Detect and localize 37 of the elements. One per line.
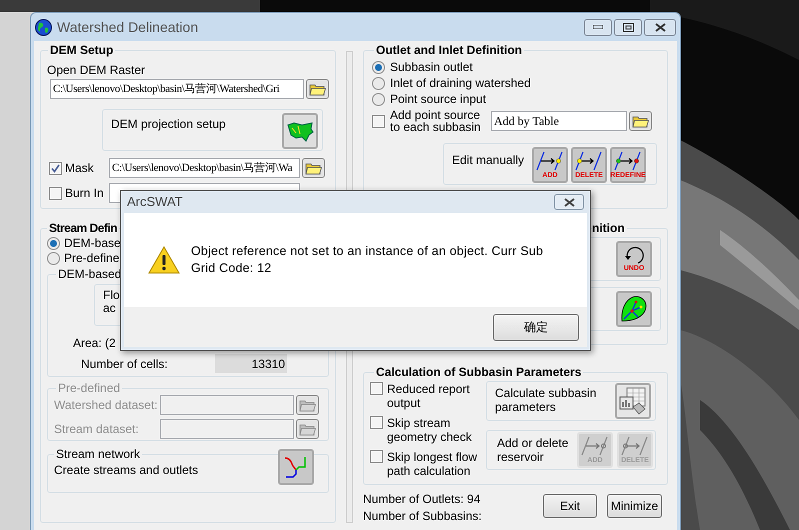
group-title: DEM-based xyxy=(57,267,122,281)
checkbox-label: Burn In xyxy=(65,185,105,202)
checkbox-label: Skip stream geometry check xyxy=(387,416,472,444)
panel-text: Flo xyxy=(103,289,120,302)
panel-label: DEM projection setup xyxy=(111,117,226,131)
cells-label: Number of cells: xyxy=(81,356,169,370)
panel-label: Add or delete reservoir xyxy=(497,436,570,464)
group-title: Stream Defin xyxy=(48,221,118,235)
field-label: Stream dataset: xyxy=(54,422,140,436)
checkbox-label: Reduced report output xyxy=(387,382,470,410)
checkbox-label: Mask xyxy=(65,160,95,177)
radio-label: Point source input xyxy=(390,92,486,106)
panel-label: Edit manually xyxy=(452,153,526,167)
group-title: Stream network xyxy=(55,447,142,461)
panel-label: Create streams and outlets xyxy=(54,463,198,477)
subbasins-count: Number of Subbasins: xyxy=(363,508,482,525)
checkbox-label: Add point source to each subbasin xyxy=(390,109,482,133)
field-label: Watershed dataset: xyxy=(54,398,159,412)
group-title: nition xyxy=(592,221,626,235)
panel-label: Calculate subbasin parameters xyxy=(495,386,596,414)
error-message: Object reference not set to an instance of an object. Curr Sub Grid Code: 12 xyxy=(191,243,544,277)
window-title: Watershed Delineation xyxy=(57,18,198,36)
area-label: Area: (2 xyxy=(73,336,116,350)
panel-text: ac xyxy=(103,302,116,315)
group-title: DEM Setup xyxy=(49,43,114,57)
radio-label: Pre-define xyxy=(64,251,120,265)
radio-label: DEM-base xyxy=(64,236,121,250)
group-title: Calculation of Subbasin Parameters xyxy=(375,365,582,379)
cells-value: 13310 xyxy=(215,354,287,373)
radio-label: Subbasin outlet xyxy=(390,60,473,74)
outlets-count: Number of Outlets: 94 xyxy=(363,491,480,508)
radio-label: Inlet of draining watershed xyxy=(390,76,531,90)
group-title: Outlet and Inlet Definition xyxy=(375,43,523,57)
checkbox-label: Skip longest flow path calculation xyxy=(387,450,478,478)
dialog-title: ArcSWAT xyxy=(127,193,183,212)
group-title: Pre-defined xyxy=(57,381,122,395)
field-label: Open DEM Raster xyxy=(47,63,146,77)
